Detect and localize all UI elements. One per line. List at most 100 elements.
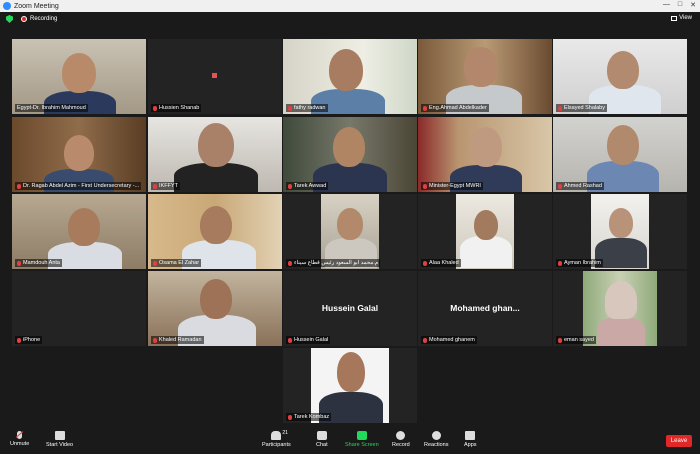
gallery-grid: Egypt-Dr. Ibrahim Mahmoud Hussien Shanab… <box>0 26 700 426</box>
mic-muted-icon <box>153 260 157 266</box>
participant-name-label: Ahmed Rashad <box>556 182 604 190</box>
participant-name-label: Ayman Ibrahim <box>556 259 603 267</box>
participant-tile[interactable]: Ayman Ibrahim <box>553 194 687 269</box>
share-screen-button[interactable]: Share Screen <box>345 431 379 448</box>
person-head <box>62 53 96 93</box>
apps-icon <box>465 431 476 440</box>
person-head <box>605 281 637 319</box>
participant-name-label: Osama El Zahar <box>151 259 202 267</box>
participant-tile[interactable]: Alaa Khaled <box>418 194 552 269</box>
person-head <box>200 279 232 319</box>
participant-tile[interactable]: fathy radwan <box>283 39 417 114</box>
profile-placeholder-icon <box>212 73 217 78</box>
reactions-button[interactable]: Reactions <box>424 431 448 448</box>
participants-button[interactable]: 21 Participants <box>262 430 291 448</box>
mic-muted-icon <box>288 337 292 343</box>
person-head <box>607 125 639 165</box>
mic-muted-icon <box>423 183 427 189</box>
mic-muted-icon <box>17 183 21 189</box>
participant-name-label: Tarek Kombaz <box>286 413 332 421</box>
reactions-label: Reactions <box>424 442 449 448</box>
start-video-button[interactable]: Start Video <box>46 431 73 448</box>
mic-muted-icon <box>558 337 562 343</box>
grid-view-icon <box>671 15 678 21</box>
window-title: Zoom Meeting <box>14 2 59 10</box>
person-head <box>609 208 633 238</box>
share-screen-label: Share Screen <box>345 442 379 448</box>
participant-tile[interactable]: Egypt-Dr. Ibrahim Mahmoud <box>12 39 146 114</box>
unmute-label: Unmute <box>10 441 30 447</box>
window-controls: — □ ✕ <box>663 1 696 9</box>
participant-name-label: IKFFYT <box>151 182 180 190</box>
participant-tile[interactable]: Khaled Ramadan <box>148 271 282 346</box>
participant-name-label: fathy radwan <box>286 104 328 112</box>
participant-name-label: Khaled Ramadan <box>151 336 204 344</box>
mic-muted-icon <box>423 105 427 111</box>
mic-muted-icon <box>558 105 562 111</box>
participants-icon: 21 <box>271 430 288 440</box>
meeting-topbar: Recording View <box>0 12 700 26</box>
participant-name-label: eman sayed <box>556 336 596 344</box>
participant-tile[interactable]: م.محمد ابو السعود رئيس قطاع سيناء <box>283 194 417 269</box>
participant-tile[interactable]: Elsayed Shalaby <box>553 39 687 114</box>
participant-tile[interactable]: Tarek Kombaz <box>283 348 417 423</box>
record-label: Record <box>392 442 410 448</box>
person-head <box>200 206 232 244</box>
video-camera-icon <box>54 431 65 440</box>
zoom-logo-icon <box>3 2 11 10</box>
share-screen-icon <box>356 431 367 440</box>
participant-name-label: Tarek Awwad <box>286 182 329 190</box>
person-torso <box>597 317 645 346</box>
participant-name-label: Eng.Ahmad Abdelkader <box>421 104 489 112</box>
participant-tile[interactable]: Minister-Egypt MWRI <box>418 117 552 192</box>
participant-tile[interactable]: iPhone <box>12 271 146 346</box>
maximize-icon[interactable]: □ <box>678 1 682 9</box>
security-shield-icon[interactable] <box>6 15 13 23</box>
participant-name-label: م.محمد ابو السعود رئيس قطاع سيناء <box>286 259 381 267</box>
participant-tile[interactable]: Eng.Ahmad Abdelkader <box>418 39 552 114</box>
mic-muted-icon <box>153 105 157 111</box>
start-video-label: Start Video <box>46 442 74 448</box>
view-button[interactable]: View <box>671 15 692 21</box>
person-head <box>329 49 363 91</box>
apps-button[interactable]: Apps <box>464 431 477 448</box>
participant-tile[interactable]: Osama El Zahar <box>148 194 282 269</box>
mic-muted-icon <box>423 337 427 343</box>
participants-label: Participants <box>262 442 291 448</box>
participant-tile[interactable]: Hussein Galal Hussein Galal <box>283 271 417 346</box>
mic-muted-icon <box>288 183 292 189</box>
participant-display-name: Hussein Galal <box>321 303 379 313</box>
participant-tile[interactable]: Dr. Ragab Abdel Azim - First Undersecret… <box>12 117 146 192</box>
record-button[interactable]: Record <box>392 431 410 448</box>
leave-button[interactable]: Leave <box>666 435 692 447</box>
mic-muted-icon <box>17 337 21 343</box>
view-label: View <box>679 15 692 21</box>
participant-tile[interactable]: Hussien Shanab <box>148 39 282 114</box>
participant-tile[interactable]: eman sayed <box>553 271 687 346</box>
mic-muted-icon <box>288 260 292 266</box>
meeting-controls-bar: Unmute Start Video 21 Participants Chat … <box>0 428 700 454</box>
close-icon[interactable]: ✕ <box>690 1 696 9</box>
mic-muted-icon <box>153 183 157 189</box>
participant-tile[interactable]: Tarek Awwad <box>283 117 417 192</box>
apps-label: Apps <box>464 442 477 448</box>
person-head <box>198 123 234 167</box>
participant-tile[interactable]: IKFFYT <box>148 117 282 192</box>
person-head <box>333 127 365 167</box>
recording-dot-icon <box>21 16 27 22</box>
participant-tile[interactable]: Mamdouh Anta <box>12 194 146 269</box>
mic-muted-icon <box>423 260 427 266</box>
participant-name-label: Egypt-Dr. Ibrahim Mahmoud <box>15 104 88 112</box>
person-head <box>337 208 363 240</box>
recording-indicator[interactable]: Recording <box>30 16 57 22</box>
minimize-icon[interactable]: — <box>663 1 670 9</box>
mic-off-icon <box>17 431 23 439</box>
participant-name-label: iPhone <box>15 336 43 344</box>
mic-muted-icon <box>153 337 157 343</box>
participant-tile[interactable]: Mohamed ghan... Mohamed ghanem <box>418 271 552 346</box>
participant-tile[interactable]: Ahmed Rashad <box>553 117 687 192</box>
chat-button[interactable]: Chat <box>316 431 328 448</box>
person-head <box>68 208 100 246</box>
unmute-button[interactable]: Unmute <box>10 431 29 447</box>
participant-name-label: Mohamed ghanem <box>421 336 477 344</box>
